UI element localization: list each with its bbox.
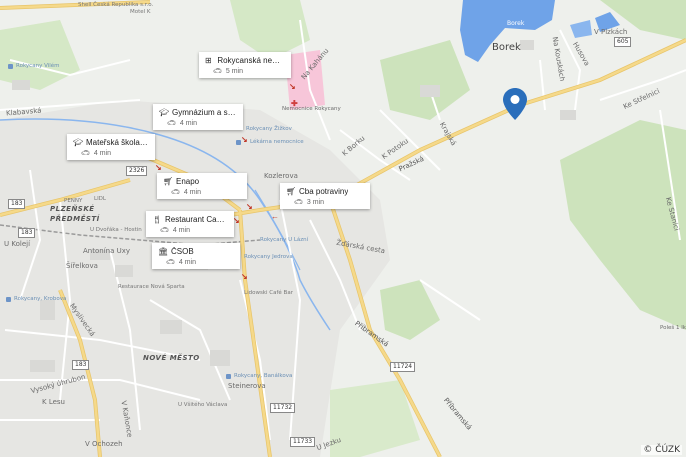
hospital-icon: ✚	[291, 99, 298, 108]
direction-arrow-icon: ↘	[155, 163, 162, 172]
poi-card-time: 5 min	[225, 68, 244, 75]
shopping-cart-icon: 🛒︎	[163, 177, 174, 186]
hospital-icon: ⊞	[205, 56, 212, 65]
direction-arrow-icon: ↘	[246, 202, 253, 211]
poi-card-time: 4 min	[178, 259, 197, 266]
car-icon: 🚗︎	[81, 150, 90, 157]
poi-label: Rokycany U Lázní	[260, 237, 309, 243]
poi-card-name: Enapo	[176, 177, 200, 186]
poi-card-time: 4 min	[179, 120, 198, 127]
car-icon: 🚗︎	[171, 189, 180, 196]
poi-card-name: Cba potraviny	[299, 187, 349, 196]
map-canvas[interactable]: Borek Borek Nemocnice Rokycany PLZEŇSKÉ …	[0, 0, 686, 457]
school-icon: 🎓︎	[159, 108, 170, 117]
bus-stop-icon	[8, 64, 13, 69]
road-number: 183	[18, 228, 36, 238]
direction-arrow-icon: ↘	[241, 135, 248, 144]
poi-label: U Dvořáka - Hostin	[90, 227, 142, 233]
poi-card-time: 4 min	[93, 150, 112, 157]
bus-stop-icon	[226, 374, 231, 379]
poi-card-csob[interactable]: 🏛︎ ČSOB 🚗︎ 4 min	[152, 243, 240, 269]
poi-label: Shell Česká Republika s.r.o.	[78, 2, 154, 8]
poi-label: Lidowski Café Bar	[244, 290, 293, 296]
poi-label: PENNY	[64, 198, 83, 204]
poi-card-name: Mateřská škola R...	[86, 138, 149, 147]
direction-arrow-icon: ←	[271, 212, 279, 221]
poi-card-gymnazium[interactable]: 🎓︎ Gymnázium a stř... 🚗︎ 4 min	[153, 104, 243, 130]
road-number: 183	[72, 360, 90, 370]
poi-card-materska-skola[interactable]: 🎓︎ Mateřská škola R... 🚗︎ 4 min	[67, 134, 155, 160]
car-icon: 🚗︎	[294, 199, 303, 206]
bus-stop-icon	[6, 297, 11, 302]
poi-card-time: 4 min	[172, 227, 191, 234]
poi-card-time: 4 min	[183, 189, 202, 196]
road-number: 11724	[390, 362, 416, 372]
poi-card-enapo[interactable]: 🛒︎ Enapo 🚗︎ 4 min	[157, 173, 247, 199]
car-icon: 🚗︎	[160, 227, 169, 234]
car-icon: 🚗︎	[166, 259, 175, 266]
road-number: 605	[614, 37, 632, 47]
poi-card-hospital[interactable]: ⊞ Rokycanská nemo... 🚗︎ 5 min	[199, 52, 291, 78]
bank-icon: 🏛︎	[158, 247, 169, 256]
road-number: 183	[8, 199, 26, 209]
poi-label: Restaurace Nová Sparta	[118, 284, 185, 290]
location-pin-icon[interactable]	[503, 88, 527, 120]
road-number: 11733	[290, 437, 316, 447]
poi-card-name: Rokycanská nemo...	[217, 56, 285, 65]
poi-label: U Všitého Václava	[178, 402, 228, 408]
car-icon: 🚗︎	[213, 68, 222, 75]
direction-arrow-icon: ↘	[233, 216, 240, 225]
poi-label: Rokycany Jedrova	[244, 254, 293, 260]
poi-label: LIDL	[94, 196, 106, 202]
map-attribution[interactable]: © ČÚZK	[641, 445, 682, 455]
poi-card-cba-potraviny[interactable]: 🛒︎ Cba potraviny 🚗︎ 3 min	[280, 183, 370, 209]
poi-card-name: Restaurant Casa ...	[165, 215, 228, 224]
poi-card-name: Gymnázium a stř...	[172, 108, 237, 117]
restaurant-icon: 🍴︎	[152, 215, 163, 224]
poi-label: Rokycany, Banálkova	[234, 373, 293, 379]
shopping-cart-icon: 🛒︎	[286, 187, 297, 196]
poi-label: Rokycany Žižkov	[246, 126, 292, 132]
poi-card-name: ČSOB	[171, 247, 194, 256]
road-number: 2326	[126, 166, 148, 176]
poi-card-time: 3 min	[306, 199, 325, 206]
poi-card-restaurant[interactable]: 🍴︎ Restaurant Casa ... 🚗︎ 4 min	[146, 211, 234, 237]
direction-arrow-icon: ↘	[289, 82, 296, 91]
direction-arrow-icon: ↘	[241, 272, 248, 281]
poi-label: Rokycany, Krobova	[14, 296, 67, 302]
car-icon: 🚗︎	[167, 120, 176, 127]
poi-label: Lékárna nemocnice	[250, 139, 304, 145]
poi-label: Motel K	[130, 9, 151, 15]
road-number: 11732	[270, 403, 296, 413]
school-icon: 🎓︎	[73, 138, 84, 147]
poi-label: Rokycany Vilém	[16, 63, 60, 69]
